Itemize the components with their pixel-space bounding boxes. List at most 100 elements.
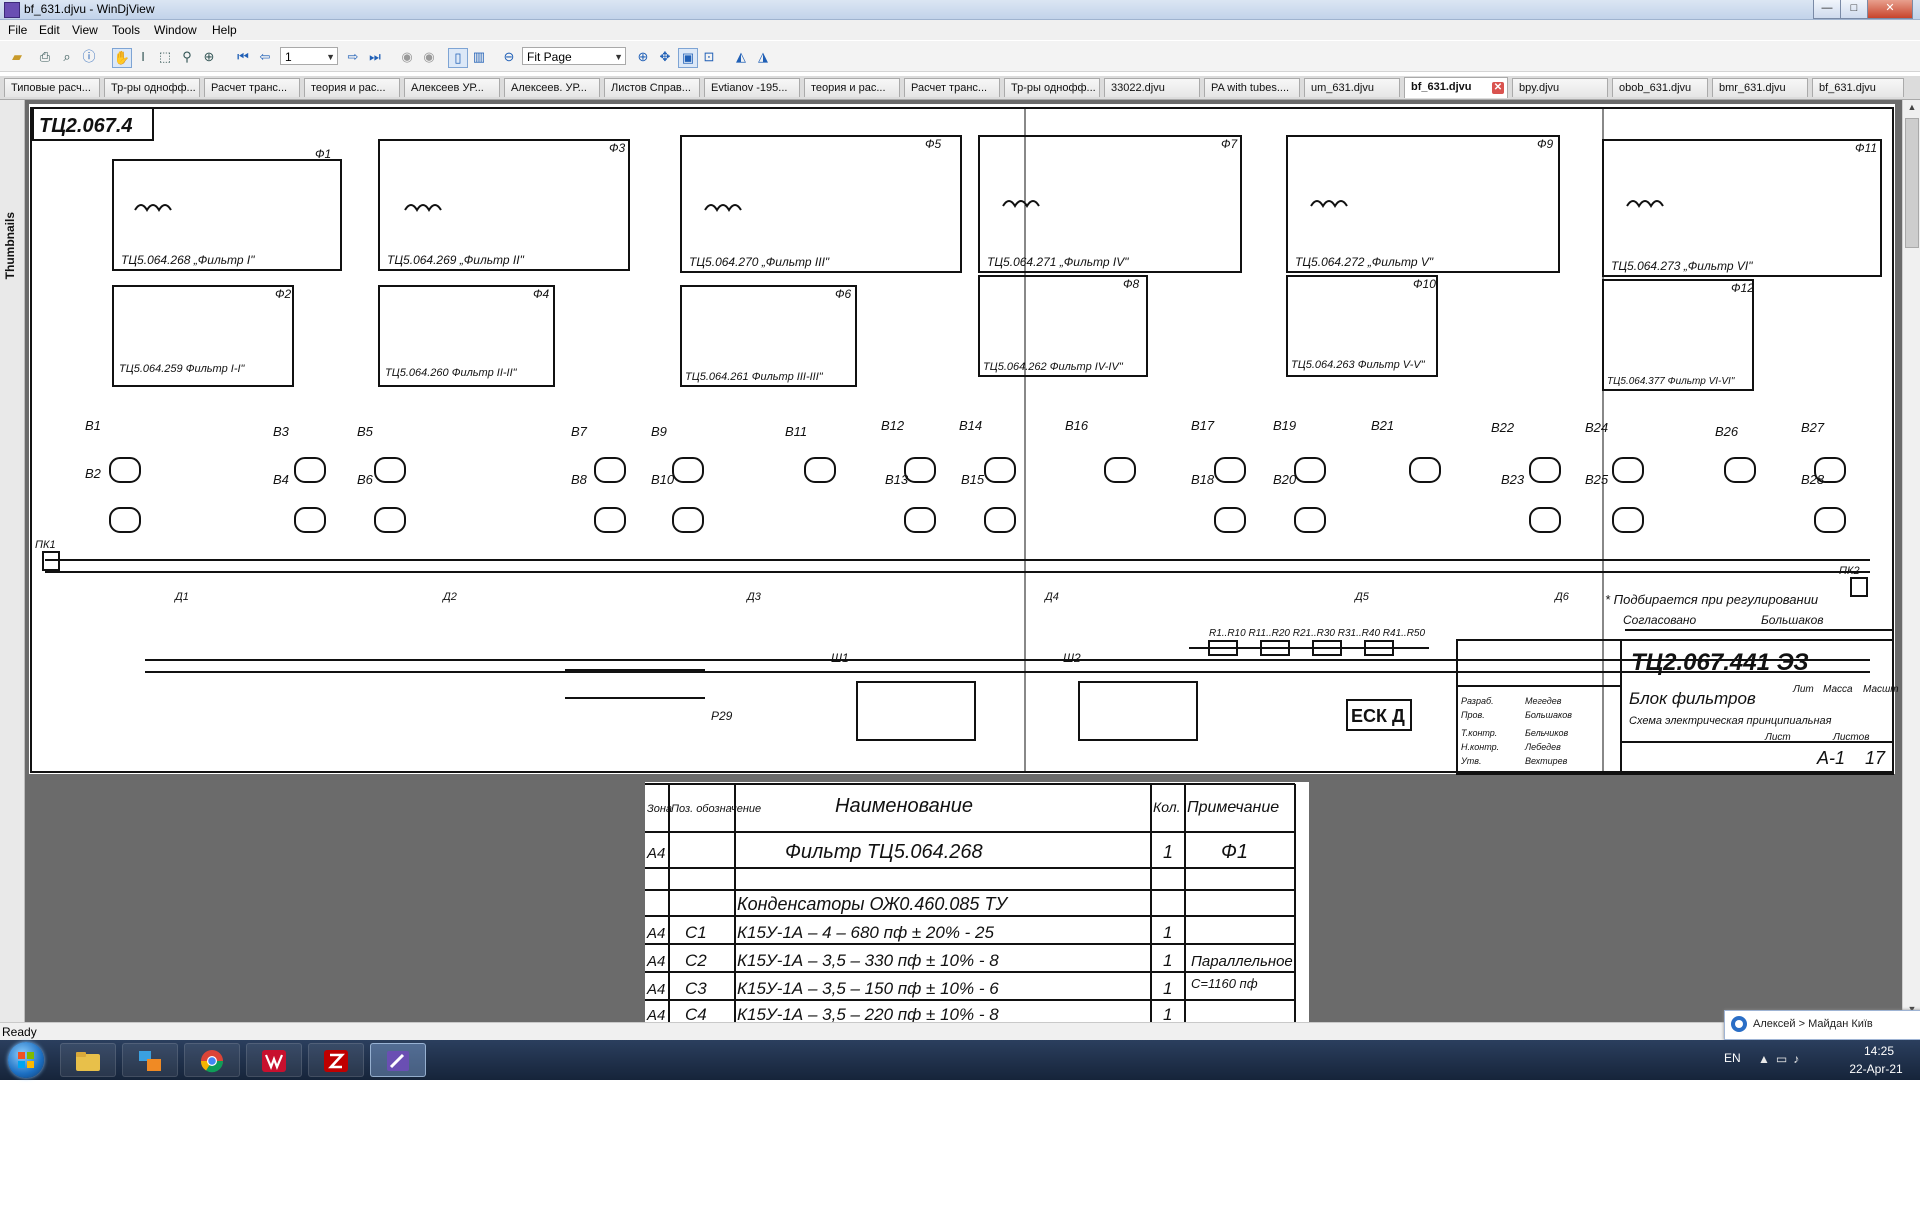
clock-time[interactable]: 14:25 <box>1848 1044 1910 1058</box>
taskbar-explorer[interactable] <box>60 1043 116 1077</box>
tab-19[interactable]: bf_631.djvu <box>1812 78 1904 97</box>
chevron-down-icon[interactable]: ▼ <box>614 48 623 66</box>
back-icon[interactable]: ◉ <box>398 48 416 66</box>
hand-tool-icon[interactable]: ✋ <box>112 48 132 68</box>
menu-edit[interactable]: Edit <box>39 23 60 37</box>
title-bar[interactable]: bf_631.djvu - WinDjView — □ ✕ <box>0 0 1920 20</box>
thumbnails-tab[interactable]: Thumbnails <box>3 212 17 279</box>
document-viewport[interactable]: ТЦ2.067.4 Ф1 ТЦ5.064.268 „Фильтр I" Ф3 Т… <box>25 100 1902 1022</box>
sheet-label: Лист <box>1764 732 1791 743</box>
switch-label: В23 <box>1501 472 1525 487</box>
network-icon[interactable]: ▭ <box>1776 1052 1793 1066</box>
vertical-scrollbar[interactable]: ▲ ▼ <box>1902 100 1920 1022</box>
tab-15-active[interactable]: bf_631.djvu ✕ <box>1404 77 1508 98</box>
zoom-combo[interactable]: Fit Page ▼ <box>522 47 626 65</box>
role-label: Пров. <box>1461 710 1485 720</box>
zoom-in-icon[interactable]: ⊕ <box>634 48 652 66</box>
menu-help[interactable]: Help <box>212 23 237 37</box>
tab-7[interactable]: Листов Справ... <box>604 78 700 97</box>
menu-view[interactable]: View <box>72 23 98 37</box>
clock-date[interactable]: 22-Apr-21 <box>1836 1062 1916 1076</box>
switch-label: В24 <box>1585 420 1608 435</box>
rotate-left-icon[interactable]: ◭ <box>732 48 750 66</box>
notification-popup[interactable]: Алексей > Майдан Київ <box>1724 1010 1920 1040</box>
tab-6[interactable]: Алексеев. УР... <box>504 78 600 97</box>
close-tab-icon[interactable]: ✕ <box>1492 82 1504 94</box>
continuous-icon[interactable]: ▥ <box>470 48 488 66</box>
tab-9[interactable]: теория и рас... <box>804 78 900 97</box>
maximize-button[interactable]: □ <box>1840 0 1868 19</box>
status-text: Ready <box>2 1025 37 1039</box>
zoom-rect-icon[interactable]: ⚲ <box>178 48 196 66</box>
tab-12[interactable]: 33022.djvu <box>1104 78 1200 97</box>
taskbar-filezilla[interactable] <box>308 1043 364 1077</box>
minimize-button[interactable]: — <box>1813 0 1841 19</box>
single-page-icon[interactable]: ▯ <box>448 48 468 68</box>
resistor-chain-label: R1..R10 R11..R20 R21..R30 R31..R40 R41..… <box>1209 628 1425 639</box>
switch-label: В11 <box>785 424 807 439</box>
close-button[interactable]: ✕ <box>1867 0 1913 19</box>
volume-icon[interactable]: ♪ <box>1793 1052 1805 1066</box>
tab-16[interactable]: bpy.djvu <box>1512 78 1608 97</box>
print-icon[interactable]: ⎙ <box>36 48 54 66</box>
bom-qty: 1 <box>1163 842 1173 862</box>
open-folder-icon[interactable]: ▰ <box>8 48 26 66</box>
bom-qty: 1 <box>1163 979 1172 998</box>
next-page-icon[interactable]: ⇨ <box>344 48 362 66</box>
rotate-right-icon[interactable]: ◮ <box>754 48 772 66</box>
first-page-icon[interactable]: ⏮ <box>234 48 252 66</box>
tab-4[interactable]: теория и рас... <box>304 78 400 97</box>
bus-label: Д4 <box>1043 591 1059 603</box>
bus-label: Д6 <box>1553 591 1570 603</box>
select-tool-icon[interactable]: I <box>134 48 152 66</box>
language-indicator[interactable]: EN <box>1724 1051 1741 1065</box>
forward-icon[interactable]: ◉ <box>420 48 438 66</box>
menu-window[interactable]: Window <box>154 23 197 37</box>
scroll-thumb[interactable] <box>1905 118 1919 248</box>
fit-page-icon[interactable]: ▣ <box>678 48 698 68</box>
filter-name: ТЦ5.064.270 „Фильтр III" <box>689 255 830 269</box>
page-number-combo[interactable]: 1 ▼ <box>280 47 338 65</box>
menu-file[interactable]: File <box>8 23 27 37</box>
bus-label: Д5 <box>1353 591 1370 603</box>
bom-header-qty: Кол. <box>1153 799 1181 815</box>
tab-10[interactable]: Расчет транс... <box>904 78 1000 97</box>
tab-13[interactable]: PA with tubes.... <box>1204 78 1300 97</box>
doc-code: ТЦ2.067.441 ЭЗ <box>1631 649 1809 676</box>
chevron-down-icon[interactable]: ▼ <box>326 48 335 66</box>
magnify-icon[interactable]: ⊕ <box>200 48 218 66</box>
taskbar-windjview[interactable] <box>370 1043 426 1077</box>
tab-1[interactable]: Типовые расч... <box>4 78 100 97</box>
fit-width-icon[interactable]: ✥ <box>656 48 674 66</box>
tab-8[interactable]: Evtianov -195... <box>704 78 800 97</box>
taskbar-network-app[interactable] <box>122 1043 178 1077</box>
tab-17[interactable]: obob_631.djvu <box>1612 78 1708 97</box>
last-page-icon[interactable]: ⏭ <box>366 48 384 66</box>
tab-3[interactable]: Расчет транс... <box>204 78 300 97</box>
rect-select-icon[interactable]: ⬚ <box>156 48 174 66</box>
find-icon[interactable]: ⌕ <box>58 48 76 66</box>
menu-tools[interactable]: Tools <box>112 23 140 37</box>
tab-18[interactable]: bmr_631.djvu <box>1712 78 1808 97</box>
taskbar-chrome[interactable] <box>184 1043 240 1077</box>
tab-5[interactable]: Алексеев УР... <box>404 78 500 97</box>
bom-header-note: Примечание <box>1187 799 1279 816</box>
zoom-out-icon[interactable]: ⊖ <box>500 48 518 66</box>
tab-11[interactable]: Тр-ры однофф... <box>1004 78 1100 97</box>
windows-flag-icon <box>18 1052 34 1068</box>
taskbar-winamp[interactable] <box>246 1043 302 1077</box>
switch-label: В28 <box>1801 472 1825 487</box>
tab-2[interactable]: Тр-ры однофф... <box>104 78 200 97</box>
filter-label: Ф3 <box>609 141 626 155</box>
connector-label: ПК1 <box>35 539 56 551</box>
prev-page-icon[interactable]: ⇦ <box>256 48 274 66</box>
tab-14[interactable]: um_631.djvu <box>1304 78 1400 97</box>
scroll-up-icon[interactable]: ▲ <box>1905 102 1919 116</box>
actual-size-icon[interactable]: ⊡ <box>700 48 718 66</box>
bus-label: Д3 <box>745 591 762 603</box>
show-hidden-icons-icon[interactable]: ▲ <box>1758 1052 1776 1066</box>
windjview-app-icon[interactable] <box>4 2 20 18</box>
start-button[interactable] <box>8 1042 44 1078</box>
tray-icons[interactable]: ▲▭♪ <box>1758 1052 1805 1066</box>
info-icon[interactable]: ⓘ <box>80 48 98 66</box>
